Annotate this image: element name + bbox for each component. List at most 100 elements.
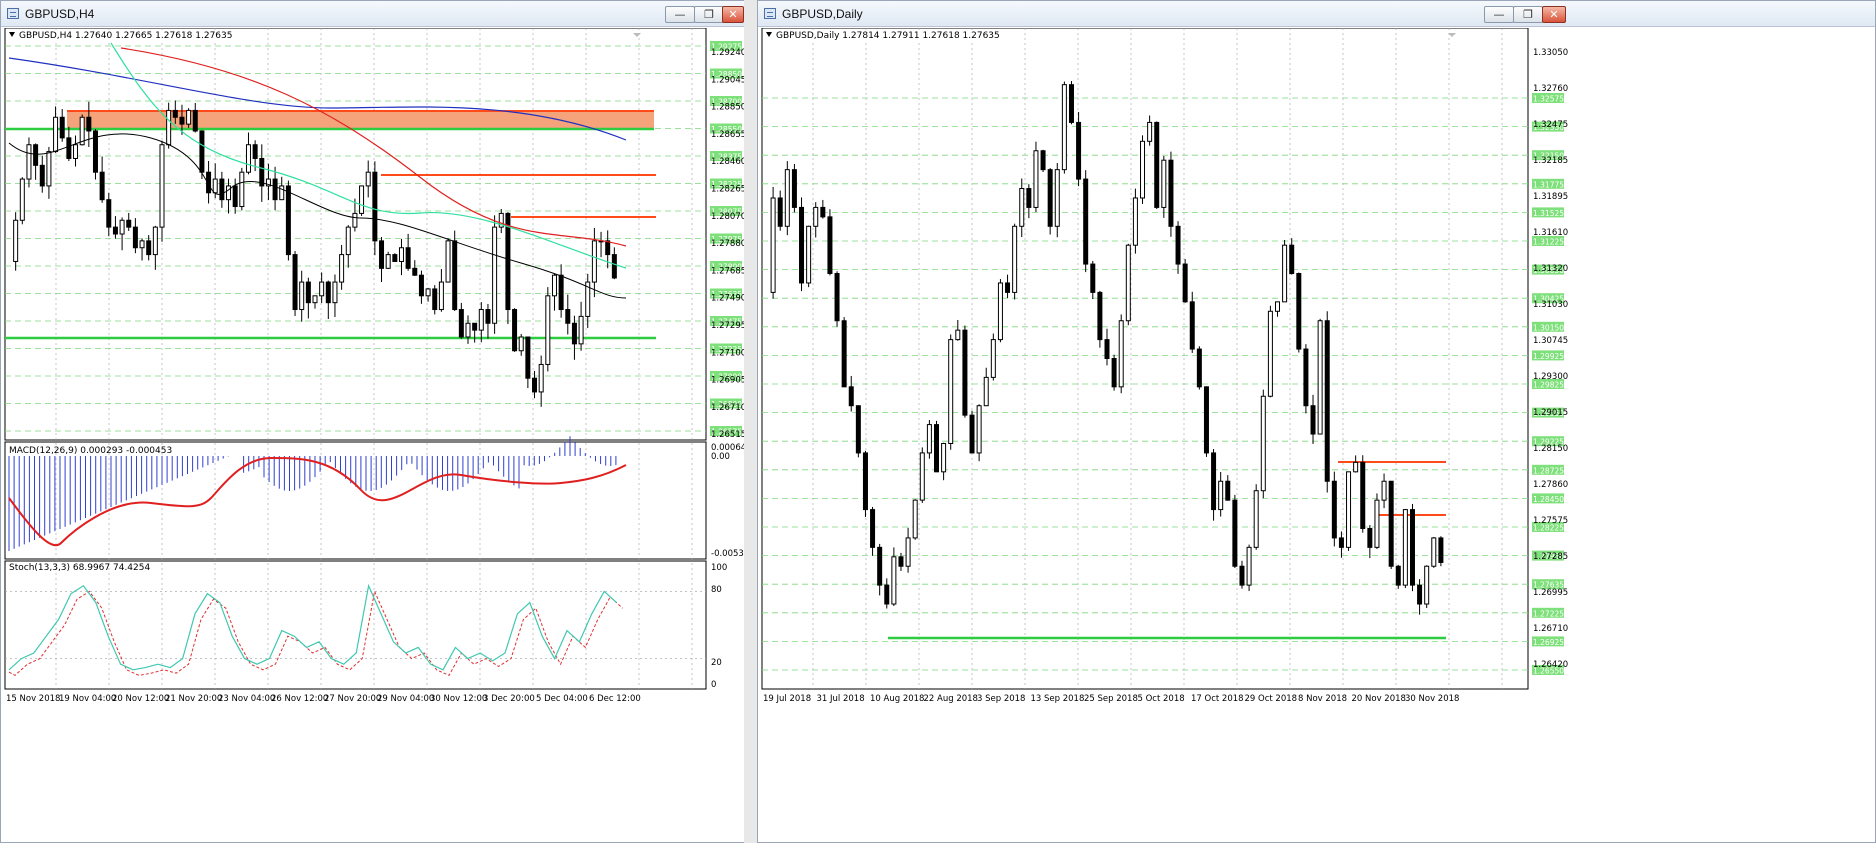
time-axis-label: 26 Nov 12:00	[271, 694, 328, 704]
h4-candle	[126, 219, 132, 228]
time-axis-label: 17 Oct 2018	[1191, 694, 1244, 704]
time-axis-label: 15 Nov 2018	[6, 694, 60, 704]
close-button[interactable]: ✕	[1542, 6, 1566, 23]
daily-candle	[1317, 320, 1323, 435]
price-axis-label: 1.27685	[711, 266, 745, 276]
daily-candle	[1331, 480, 1337, 539]
h4-chart-area[interactable]: 1.29275 1.28850 1.28700 1.28550 1.28375 1.282…	[1, 28, 745, 842]
h4-candle	[259, 157, 265, 187]
daily-candle	[1005, 282, 1011, 293]
price-marker-label: 1.32575	[1533, 95, 1564, 104]
h4-candle	[339, 254, 345, 283]
daily-candle	[1168, 159, 1174, 227]
h4-candle	[538, 363, 544, 393]
h4-candle	[379, 240, 385, 269]
price-axis-label: 1.29240	[711, 48, 745, 58]
chart-window-icon	[7, 8, 19, 19]
price-axis-label: 1.27880	[711, 239, 745, 249]
time-axis-label: 6 Dec 12:00	[589, 694, 641, 704]
h4-candle	[212, 178, 218, 194]
daily-candle	[870, 509, 876, 548]
daily-candle	[1033, 150, 1039, 208]
price-marker-label: 1.31225	[1533, 238, 1564, 247]
h4-candle	[445, 240, 451, 283]
price-axis-label: 1.28265	[711, 185, 745, 195]
daily-candle	[1267, 310, 1273, 397]
h4-candle	[425, 288, 431, 297]
macd-axis-label: 0.00	[711, 452, 730, 462]
daily-candle	[941, 442, 947, 473]
daily-candle	[1068, 84, 1074, 123]
daily-candle	[1019, 188, 1025, 227]
daily-title-bar[interactable]: GBPUSD,Daily — ❐ ✕	[758, 1, 1875, 27]
h4-candle	[152, 226, 158, 256]
daily-chart-window[interactable]: GBPUSD,Daily — ❐ ✕ 1.32575 1.32350 1.32150…	[757, 0, 1876, 843]
h4-candle	[578, 315, 584, 345]
daily-candle	[1147, 121, 1153, 142]
h4-candle	[172, 109, 178, 118]
price-axis-label: 1.28070	[711, 212, 745, 222]
close-button[interactable]: ✕	[722, 6, 744, 23]
daily-candle	[1132, 197, 1138, 246]
daily-candle	[955, 329, 961, 341]
h4-candle	[611, 254, 617, 279]
time-axis-label: 27 Nov 20:00	[324, 694, 381, 704]
h4-candle	[252, 144, 258, 159]
h4-candle	[239, 171, 245, 208]
price-axis-label: 1.31030	[1533, 300, 1568, 310]
daily-chart-area[interactable]: 1.32575 1.32350 1.32150 1.31775 1.31525 1.312…	[758, 28, 1875, 842]
h4-candle	[305, 281, 311, 304]
daily-candle	[1040, 150, 1046, 171]
h4-chart-window[interactable]: GBPUSD,H4 — ❐ ✕ 1.29275 1.28850 1.28700 1.2…	[0, 0, 746, 843]
price-axis-label: 1.29015	[1533, 408, 1568, 418]
time-axis-label: 20 Nov 12:00	[112, 694, 169, 704]
stoch-pane-frame	[4, 560, 707, 690]
time-axis-label: 22 Aug 2018	[924, 694, 978, 704]
h4-candle	[565, 309, 571, 324]
h4-candle	[285, 185, 291, 256]
price-axis-label: 1.31610	[1533, 228, 1568, 238]
restore-button[interactable]: ❐	[1513, 6, 1543, 23]
stoch-axis-label: 20	[711, 658, 722, 668]
daily-candle	[1012, 225, 1018, 293]
daily-candle	[862, 452, 868, 511]
h4-candle	[398, 247, 404, 262]
daily-candle	[1417, 584, 1423, 605]
h4-window-title: GBPUSD,H4	[25, 7, 95, 21]
daily-candle	[1175, 225, 1181, 265]
daily-candle	[912, 499, 918, 539]
stoch-label: Stoch(13,3,3) 68.9967 74.4254	[9, 563, 151, 573]
daily-candle	[820, 206, 826, 218]
h4-candle	[279, 185, 285, 201]
daily-candle	[784, 169, 790, 227]
daily-candle	[1189, 301, 1195, 350]
daily-candle	[1211, 452, 1217, 511]
daily-candle	[1338, 537, 1344, 548]
price-axis-label: 1.31320	[1533, 264, 1568, 274]
daily-candle	[1431, 537, 1437, 567]
h4-candle	[512, 309, 518, 352]
h4-candle	[299, 281, 305, 311]
minimize-button[interactable]: —	[1484, 6, 1514, 23]
h4-candle	[53, 116, 59, 153]
daily-candle	[1253, 490, 1259, 548]
h4-candle	[319, 281, 325, 297]
close-icon: ✕	[728, 8, 738, 21]
time-axis-label: 8 Nov 2018	[1298, 694, 1347, 704]
minimize-button[interactable]: —	[665, 6, 695, 23]
daily-candle	[791, 169, 797, 208]
h4-candle	[132, 226, 138, 249]
daily-candle	[1395, 565, 1401, 586]
h4-candle	[226, 185, 232, 201]
h4-candle	[472, 322, 478, 331]
h4-candle	[345, 226, 351, 256]
daily-candle	[855, 405, 861, 454]
h4-title-bar[interactable]: GBPUSD,H4 — ❐ ✕	[1, 1, 745, 27]
h4-candle	[179, 116, 185, 125]
restore-button[interactable]: ❐	[694, 6, 724, 23]
resistance-zone	[67, 111, 654, 129]
dropdown-triangle-icon	[9, 32, 15, 37]
h4-candle	[39, 164, 45, 187]
h4-candle	[139, 240, 145, 249]
price-axis-label: 1.27295	[711, 321, 745, 331]
